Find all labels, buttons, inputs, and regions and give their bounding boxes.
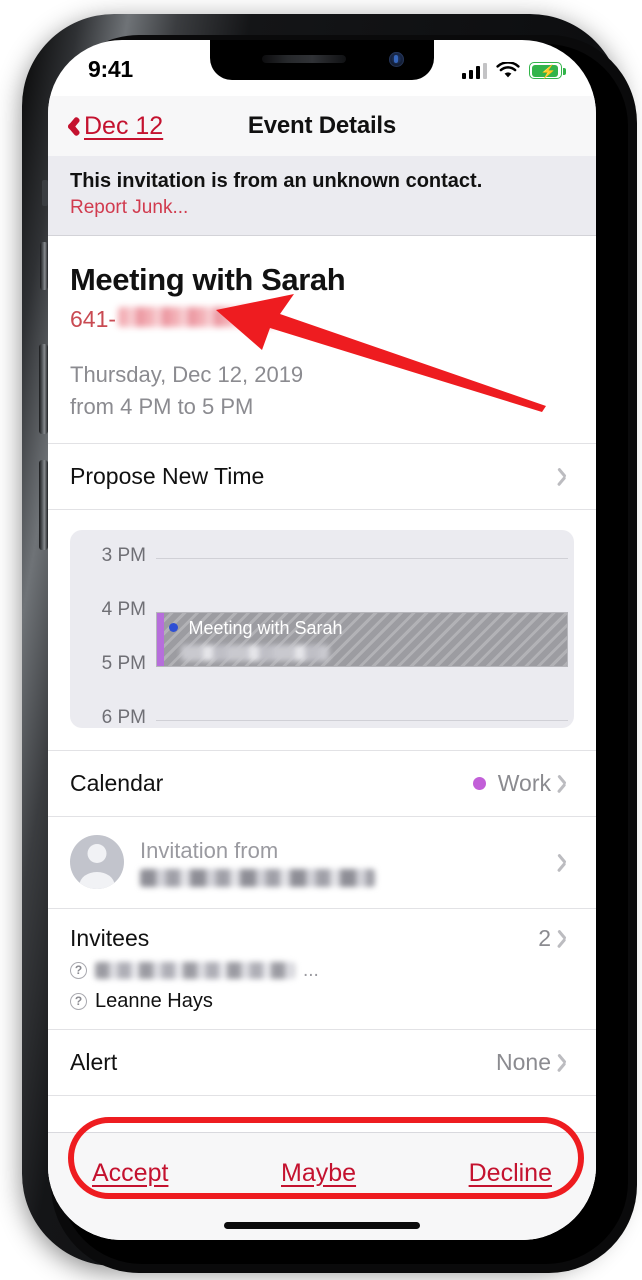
timeline-tick-label: 4 PM: [101, 598, 146, 620]
screenshot-stage: 9:41 ⚡ Dec 12 Event Details This invitat…: [0, 0, 642, 1280]
display-notch: [210, 40, 434, 80]
earpiece-speaker-icon: [262, 55, 346, 63]
banner-message: This invitation is from an unknown conta…: [70, 170, 483, 192]
event-date: Thursday, Dec 12, 2019: [70, 362, 304, 387]
timeline-gridline-3pm: 3 PM: [70, 545, 574, 566]
invitation-from-row[interactable]: Invitation from: [48, 816, 596, 909]
invitees-count: 2: [538, 924, 551, 951]
invitees-label: Invitees: [70, 924, 150, 951]
status-bar-icons: ⚡: [461, 57, 566, 79]
person-avatar-icon: [70, 835, 124, 890]
event-datetime: Thursday, Dec 12, 2019 from 4 PM to 5 PM: [70, 359, 574, 423]
redacted-invitee-name: [95, 962, 295, 980]
redacted-sender-name: [140, 868, 375, 887]
event-phone-number: 641-: [70, 306, 574, 333]
invitee-name: Leanne Hays: [95, 989, 213, 1012]
event-phone-prefix: 641-: [70, 306, 117, 332]
mute-switch-button[interactable]: [40, 242, 48, 290]
timeline-event-title: Meeting with Sarah: [188, 617, 343, 638]
volume-up-button[interactable]: [39, 344, 48, 434]
back-button[interactable]: Dec 12: [63, 96, 163, 156]
timeline-preview[interactable]: 3 PM 4 PM 5 PM 6 PM Meeting with Sarah: [48, 509, 596, 751]
navigation-bar: Dec 12 Event Details: [48, 96, 596, 156]
event-time: from 4 PM to 5 PM: [70, 393, 254, 419]
timeline-tick-label: 6 PM: [101, 706, 146, 728]
accept-button[interactable]: Accept: [92, 1159, 168, 1188]
list-item: ? ...: [48, 956, 596, 986]
chevron-right-icon: [563, 774, 574, 793]
event-title: Meeting with Sarah: [70, 262, 346, 297]
timeline-tick-label: 3 PM: [101, 544, 146, 566]
report-junk-link[interactable]: Report Junk...: [70, 197, 574, 219]
timeline-tick-label: 5 PM: [101, 652, 146, 674]
invitation-from-label: Invitation from: [140, 837, 279, 863]
volume-down-button[interactable]: [39, 460, 48, 550]
page-title: Event Details: [247, 112, 397, 139]
rsvp-action-bar: Accept Maybe Decline: [48, 1132, 596, 1240]
phone-screen: 9:41 ⚡ Dec 12 Event Details This invitat…: [48, 40, 596, 1240]
question-mark-icon: ?: [70, 962, 87, 980]
invitees-section: Invitees 2 ? ... ? Leanne Hays: [48, 908, 596, 1030]
chevron-right-icon: [563, 467, 574, 486]
propose-new-time-label: Propose New Time: [70, 462, 265, 489]
back-button-label: Dec 12: [84, 111, 164, 140]
wifi-icon: [496, 61, 520, 79]
redacted-event-subtitle: [181, 644, 329, 661]
propose-new-time-row[interactable]: Propose New Time: [48, 443, 596, 510]
invitee-ellipsis: ...: [303, 959, 319, 981]
status-bar-time: 9:41: [88, 56, 133, 82]
chevron-right-icon: [563, 929, 574, 948]
calendar-color-dot-icon: [472, 776, 486, 790]
timeline-chart: 3 PM 4 PM 5 PM 6 PM Meeting with Sarah: [70, 529, 574, 728]
home-indicator[interactable]: [224, 1222, 420, 1229]
chevron-right-icon: [563, 1053, 574, 1072]
timeline-event-block[interactable]: Meeting with Sarah: [156, 611, 568, 667]
list-item: ? Leanne Hays: [48, 986, 596, 1017]
calendar-value: Work: [497, 769, 551, 796]
event-details-content: This invitation is from an unknown conta…: [48, 156, 596, 1240]
maybe-button[interactable]: Maybe: [281, 1159, 356, 1188]
alert-row[interactable]: Alert None: [48, 1029, 596, 1096]
calendar-dot-icon: [169, 622, 178, 632]
calendar-row[interactable]: Calendar Work: [48, 750, 596, 817]
alert-label: Alert: [70, 1048, 118, 1075]
alert-value: None: [496, 1048, 551, 1075]
cellular-signal-icon: [461, 62, 487, 79]
decline-button[interactable]: Decline: [469, 1159, 552, 1188]
event-header: Meeting with Sarah 641- Thursday, Dec 12…: [48, 236, 596, 444]
battery-charging-icon: ⚡: [529, 62, 566, 79]
unknown-contact-banner: This invitation is from an unknown conta…: [48, 156, 596, 236]
chevron-left-icon: [63, 113, 79, 139]
redacted-phone-number: [118, 307, 277, 327]
timeline-gridline-6pm: 6 PM: [70, 707, 574, 728]
front-camera-icon: [389, 52, 404, 67]
invitees-row[interactable]: Invitees 2: [48, 909, 596, 956]
question-mark-icon: ?: [70, 992, 87, 1010]
chevron-right-icon: [563, 853, 574, 872]
calendar-label: Calendar: [70, 769, 164, 796]
